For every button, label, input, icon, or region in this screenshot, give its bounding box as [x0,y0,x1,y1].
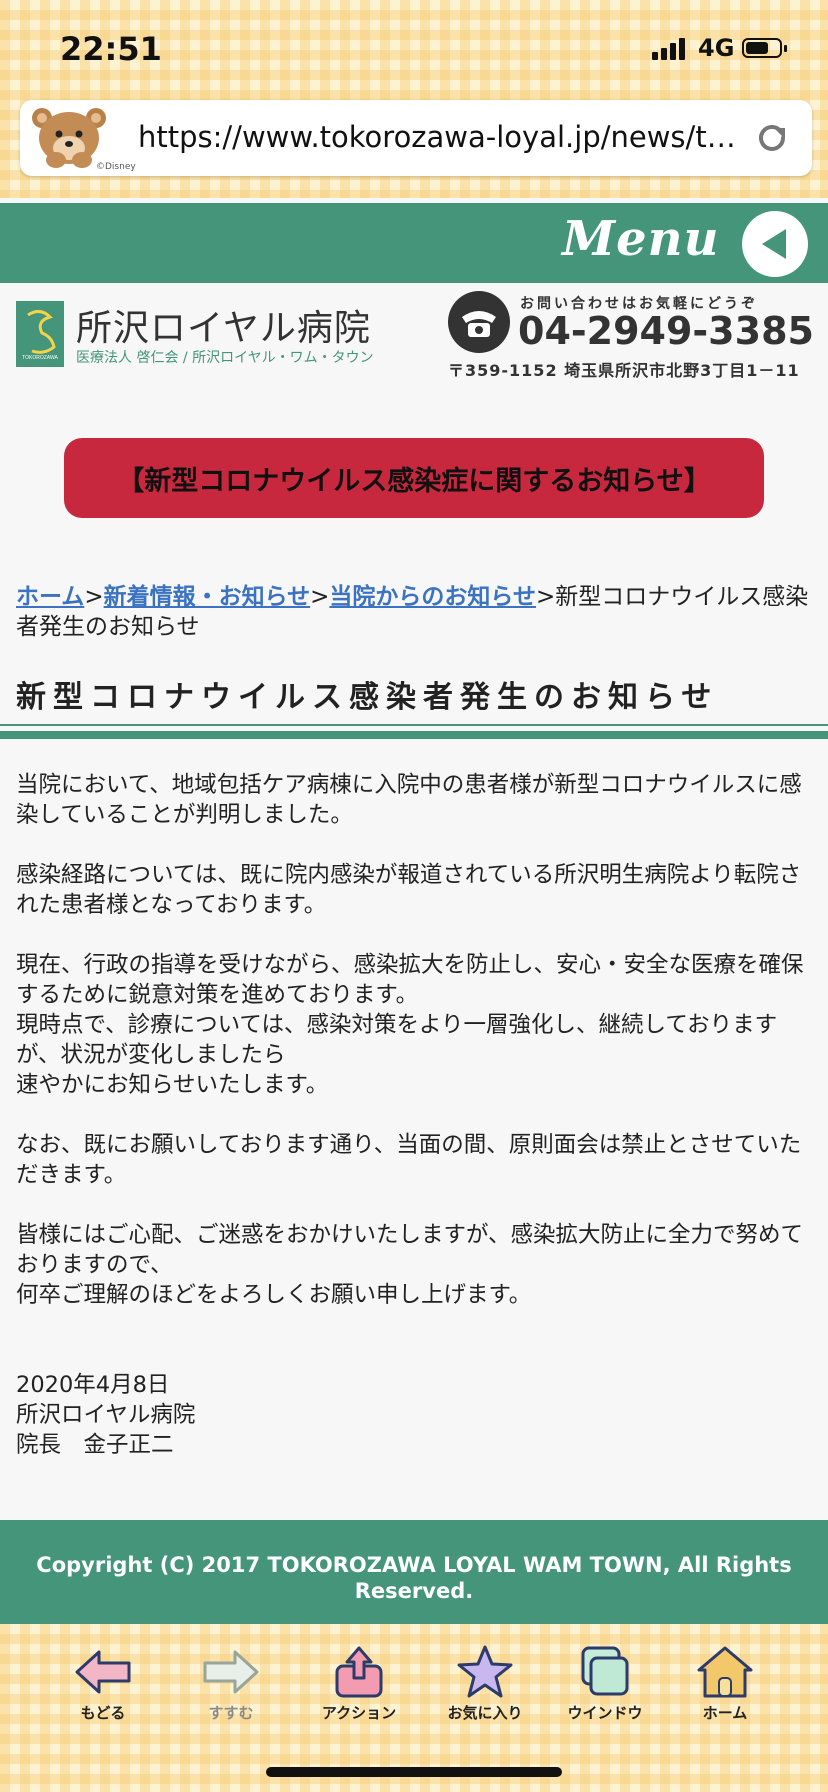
toolbar-label: ホーム [702,1704,748,1722]
back-button[interactable]: もどる [48,1644,158,1744]
status-time: 22:51 [60,30,162,68]
windows-icon [581,1646,629,1696]
hospital-subtitle: 医療法人 啓仁会 / 所沢ロイヤル・ワム・タウン [76,350,374,366]
menu-label[interactable]: Menu [562,211,719,267]
hospital-address: 〒359-1152 埼玉県所沢市北野3丁目1－11 [448,361,800,380]
toolbar-label: すすむ [208,1704,254,1722]
toolbar-label: お気に入り [447,1704,523,1722]
article-paragraph: 皆様にはご心配、ご迷惑をおかけいたしますが、感染拡大防止に全力で努めておりますの… [16,1220,814,1310]
breadcrumb-news-link[interactable]: 新着情報・お知らせ [104,584,311,610]
menu-toggle-button[interactable] [742,211,808,277]
svg-text:TOKOROZAWA: TOKOROZAWA [22,355,58,361]
article-paragraph: なお、既にお願いしております通り、当面の間、原則面会は禁止とさせていただきます。 [16,1132,802,1188]
article-paragraph: 当院において、地域包括ケア病棟に入院中の患者様が新型コロナウイルスに感染している… [16,772,802,828]
hospital-logo-icon[interactable]: TOKOROZAWA [16,301,64,367]
article-line: 皆様にはご心配、ご迷惑をおかけいたしますが、感染拡大防止に全力で努めておりますの… [16,1222,804,1278]
covid-notice-banner[interactable]: 【新型コロナウイルス感染症に関するお知らせ】 [64,438,764,518]
breadcrumb-separator: > [310,584,330,610]
site-footer: Copyright (C) 2017 TOKOROZAWA LOYAL WAM … [0,1520,828,1624]
title-divider [0,724,828,726]
phone-number[interactable]: 04-2949-3385 [518,309,814,353]
reload-icon[interactable] [752,118,792,158]
page-title: 新型コロナウイルス感染者発生のお知らせ [16,680,719,715]
article-body: 当院において、地域包括ケア病棟に入院中の患者様が新型コロナウイルスに感染している… [16,770,814,1490]
home-icon [697,1646,753,1698]
menu-bar: Menu [0,203,828,283]
article-line: 現在、行政の指導を受けながら、感染拡大を防止し、安心・安全な医療を確保するために… [16,952,804,1008]
site-header: TOKOROZAWA 所沢ロイヤル病院 医療法人 啓仁会 / 所沢ロイヤル・ワム… [0,283,828,393]
signal-icon [652,36,692,60]
breadcrumb: ホーム>新着情報・お知らせ>当院からのお知らせ>新型コロナウイルス感染者発生のお… [16,582,816,642]
toolbar-label: もどる [80,1704,126,1722]
toolbar-label: アクション [321,1704,397,1722]
share-icon [335,1646,383,1698]
signature-org: 所沢ロイヤル病院 [16,1402,196,1428]
url-bar[interactable]: ©Disney https://www.tokorozawa-loyal.jp/… [20,100,812,176]
star-icon [457,1645,513,1698]
article-paragraph: 現在、行政の指導を受けながら、感染拡大を防止し、安心・安全な医療を確保するために… [16,950,814,1100]
article-paragraph: 感染経路については、既に院内感染が報道されている所沢明生病院より転院された患者様… [16,862,802,918]
network-type: 4G [698,34,735,62]
home-indicator[interactable] [266,1767,562,1777]
title-divider [0,731,828,739]
breadcrumb-home-link[interactable]: ホーム [16,584,84,610]
home-button[interactable]: ホーム [670,1644,780,1744]
breadcrumb-separator: > [535,584,556,610]
forward-button[interactable]: すすむ [176,1644,286,1744]
toolbar-label: ウインドウ [567,1704,643,1722]
copyright-text: Copyright (C) 2017 TOKOROZAWA LOYAL WAM … [36,1553,792,1603]
article-line: 現時点で、診療については、感染対策をより一層強化し、継続しておりますが、状況が変… [16,1012,778,1068]
browser-top-area: 22:51 4G ©Disney https://www.tokorozawa-… [0,0,828,198]
favorites-button[interactable]: お気に入り [430,1644,540,1744]
mascot-caption: ©Disney [96,162,136,172]
battery-icon [742,38,787,58]
breadcrumb-hospital-news-link[interactable]: 当院からのお知らせ [329,584,536,610]
windows-button[interactable]: ウインドウ [550,1644,660,1744]
url-text[interactable]: https://www.tokorozawa-loyal.jp/news/tok… [138,120,748,154]
signature-name: 院長 金子正二 [16,1432,174,1458]
action-button[interactable]: アクション [304,1644,414,1744]
article-line: 速やかにお知らせいたします。 [16,1072,329,1098]
forward-arrow-icon [203,1650,259,1694]
phone-icon [448,291,510,353]
article-date: 2020年4月8日 [16,1372,170,1398]
article-signature: 2020年4月8日 所沢ロイヤル病院 院長 金子正二 [16,1370,814,1460]
breadcrumb-separator: > [84,584,104,610]
triangle-left-icon [762,229,786,259]
article-line: 何卒ご理解のほどをよろしくお願い申し上げます。 [16,1282,532,1308]
hospital-name[interactable]: 所沢ロイヤル病院 [76,299,371,351]
back-arrow-icon [75,1650,131,1694]
